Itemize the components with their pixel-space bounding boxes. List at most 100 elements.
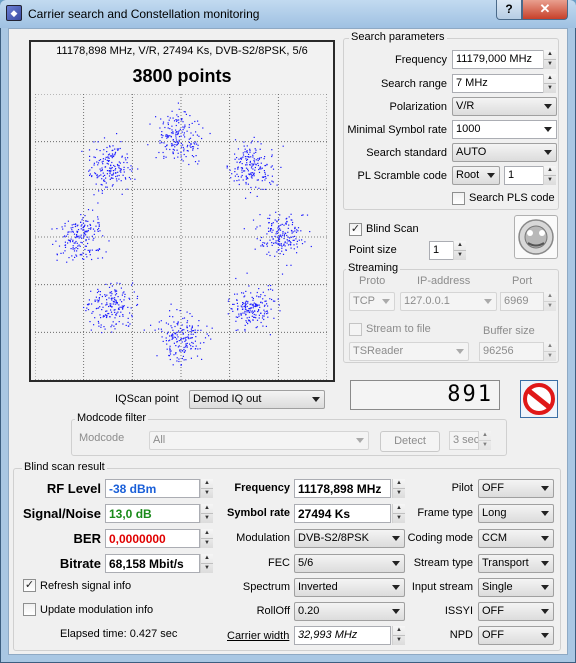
stream-type-select[interactable]: Transport [478,554,554,573]
spin-down-icon[interactable]: ▼ [544,176,556,186]
rolloff-value: 0.20 [298,605,320,617]
ip-address-value: 127.0.0.1 [404,295,450,307]
spin-down-icon[interactable]: ▼ [393,489,405,499]
coding-mode-select[interactable]: CCM [478,529,554,548]
rolloff-select[interactable]: 0.20 [294,602,405,621]
refresh-signal-checkbox[interactable]: ✓ [23,579,36,592]
blind-scan-checkbox[interactable]: ✓ [349,223,362,236]
update-modulation-checkbox[interactable] [23,603,36,616]
lcd-counter: 891 [350,380,500,410]
pilot-label: Pilot [451,482,473,494]
min-symbol-rate-select[interactable]: 1000 [452,120,557,139]
spectrum-value: Inverted [298,581,338,593]
point-size-input[interactable]: 1 [429,241,454,260]
spin-up-icon[interactable]: ▲ [544,166,556,176]
stream-type-value: Transport [482,557,529,569]
chevron-down-icon [544,104,552,109]
chevron-down-icon [541,536,549,541]
spin-down-icon[interactable]: ▼ [393,636,405,646]
port-input[interactable]: 6969 [500,292,544,311]
spin-up-icon[interactable]: ▲ [544,50,556,60]
pl-scramble-mode-select[interactable]: Root [452,166,500,185]
spectrum-label: Spectrum [242,581,290,593]
help-button[interactable]: ? [496,0,522,20]
search-range-spinner[interactable]: ▲ ▼ [543,74,556,93]
symbol-rate-spinner[interactable]: ▲ ▼ [392,504,405,523]
spin-down-icon[interactable]: ▼ [393,514,405,524]
search-standard-label: Search standard [366,147,447,159]
detect-interval-spinner[interactable]: ▲ ▼ [478,431,491,450]
chevron-down-icon [541,633,549,638]
spin-up-icon[interactable]: ▲ [544,292,556,302]
rf-level-value: -38 dBm [105,479,200,498]
chevron-down-icon [456,349,464,354]
buffer-size-spinner[interactable]: ▲ ▼ [543,342,556,361]
spin-down-icon[interactable]: ▼ [454,251,466,261]
proto-select[interactable]: TCP [349,292,395,311]
frequency-label: Frequency [395,54,447,66]
point-size-label: Point size [349,244,397,256]
iqscan-point-label: IQScan point [115,393,179,405]
pl-scramble-label: PL Scramble code [357,170,447,182]
spin-up-icon[interactable]: ▲ [544,74,556,84]
result-frequency-spinner[interactable]: ▲ ▼ [392,479,405,498]
spectrum-select[interactable]: Inverted [294,578,405,597]
spin-up-icon[interactable]: ▲ [454,241,466,251]
stream-target-select[interactable]: TSReader [349,342,469,361]
fec-select[interactable]: 5/6 [294,554,405,573]
modcode-select[interactable]: All [149,431,369,450]
issyi-select[interactable]: OFF [478,602,554,621]
blind-scan-result-label: Blind scan result [22,461,107,473]
stream-to-file-checkbox[interactable] [349,323,362,336]
spin-down-icon[interactable]: ▼ [544,302,556,312]
title-bar[interactable]: ◆ Carrier search and Constellation monit… [0,0,576,28]
point-size-spinner[interactable]: ▲ ▼ [453,241,466,260]
iqscan-point-select[interactable]: Demod IQ out [189,390,325,409]
spin-down-icon[interactable]: ▼ [544,60,556,70]
polarization-value: V/R [456,100,475,112]
frequency-input[interactable]: 11179,000 MHz [452,50,544,69]
spin-down-icon[interactable]: ▼ [479,441,491,451]
constellation-plot [35,94,327,380]
npd-select[interactable]: OFF [478,626,554,645]
pl-scramble-spinner[interactable]: ▲ ▼ [543,166,556,185]
close-button[interactable]: ✕ [522,0,568,20]
spin-up-icon[interactable]: ▲ [393,479,405,489]
input-stream-select[interactable]: Single [478,578,554,597]
modulation-select[interactable]: DVB-S2/8PSK [294,529,405,548]
pilot-select[interactable]: OFF [478,479,554,498]
search-pls-checkbox[interactable] [452,192,465,205]
chevron-down-icon [356,438,364,443]
search-standard-select[interactable]: AUTO [452,143,557,162]
buffer-size-input[interactable]: 96256 [479,342,544,361]
detect-interval-input[interactable]: 3 sec [449,431,479,450]
spin-up-icon[interactable]: ▲ [393,626,405,636]
input-stream-value: Single [482,581,513,593]
spin-up-icon[interactable]: ▲ [393,504,405,514]
pl-scramble-code-input[interactable]: 1 [504,166,544,185]
carrier-width-label[interactable]: Carrier width [227,630,289,642]
coding-mode-value: CCM [482,532,508,544]
refresh-signal-label: Refresh signal info [40,580,132,592]
chevron-down-icon [312,397,320,402]
detect-button[interactable]: Detect [380,431,440,452]
carrier-width-spinner[interactable]: ▲ ▼ [392,626,405,645]
chevron-down-icon [484,299,492,304]
polarization-select[interactable]: V/R [452,97,557,116]
spin-up-icon[interactable]: ▲ [544,342,556,352]
symbol-rate-value: 27494 Ks [294,504,391,523]
port-spinner[interactable]: ▲ ▼ [543,292,556,311]
spin-down-icon[interactable]: ▼ [544,84,556,94]
app-logo-button[interactable] [514,215,558,259]
pl-scramble-mode-value: Root [456,169,480,181]
frame-type-select[interactable]: Long [478,504,554,523]
spin-up-icon[interactable]: ▲ [479,431,491,441]
spin-down-icon[interactable]: ▼ [544,352,556,362]
port-label: Port [512,275,533,287]
stop-button[interactable] [520,380,558,418]
ip-address-select[interactable]: 127.0.0.1 [400,292,497,311]
min-symbol-rate-label: Minimal Symbol rate [347,124,447,136]
frequency-spinner[interactable]: ▲ ▼ [543,50,556,69]
chevron-down-icon [392,561,400,566]
search-range-input[interactable]: 7 MHz [452,74,544,93]
